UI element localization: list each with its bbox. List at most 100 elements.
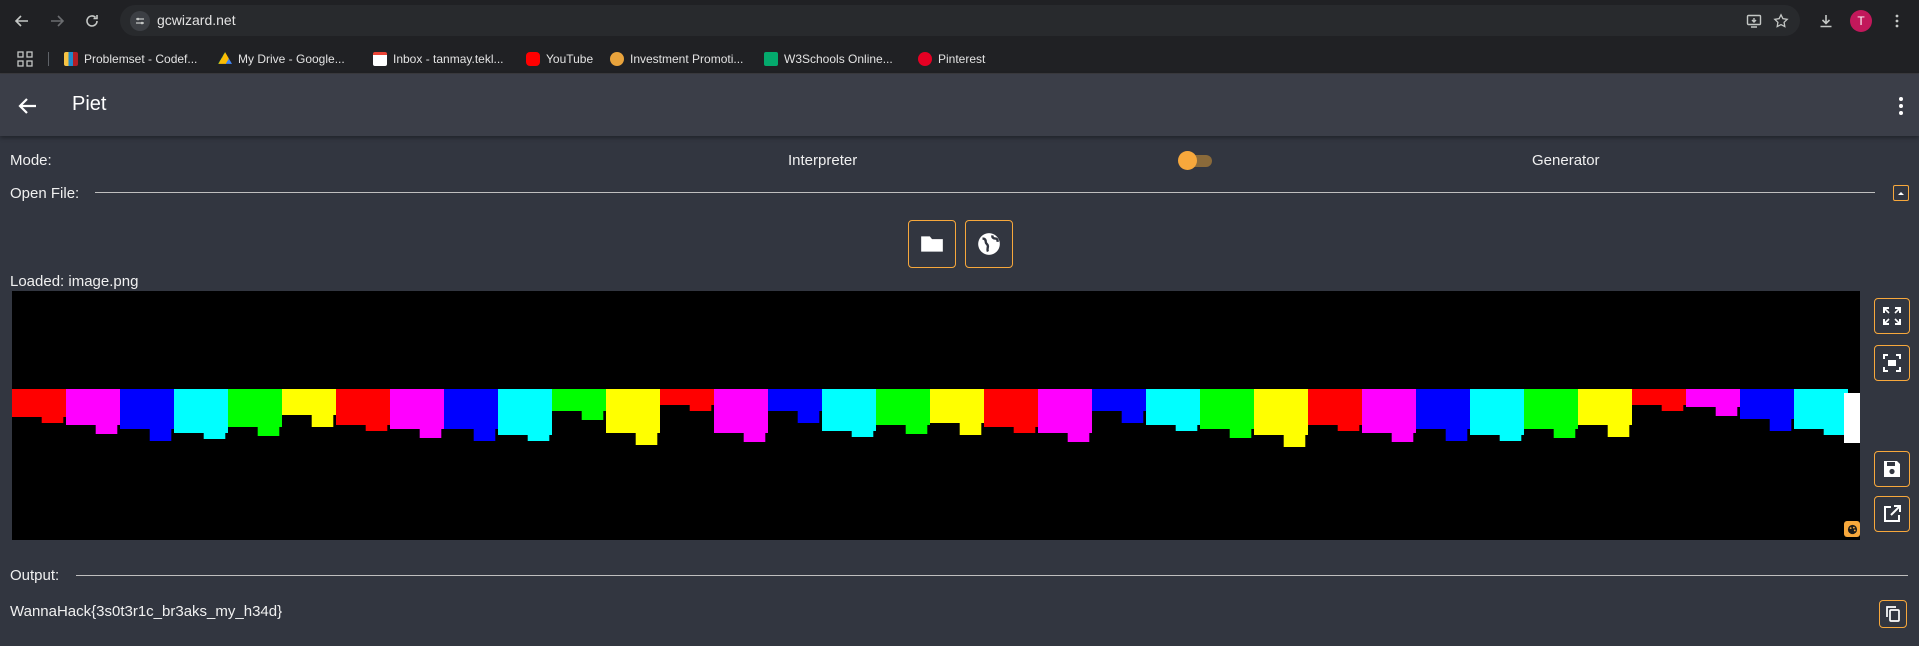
piet-codel-notch (1553, 429, 1576, 438)
bookmark-youtube[interactable]: YouTube (526, 50, 593, 68)
back-arrow-icon[interactable] (16, 94, 40, 118)
save-button[interactable] (1874, 451, 1910, 487)
piet-codel-notch (419, 429, 442, 438)
piet-codel-notch (689, 405, 712, 411)
piet-image-canvas[interactable] (12, 291, 1860, 540)
codeforces-icon (64, 52, 78, 66)
output-value: WannaHack{3s0t3r1c_br3aks_my_h34d} (10, 603, 283, 620)
mode-interpreter-label: Interpreter (788, 152, 858, 169)
piet-codel-notch (203, 433, 226, 439)
mode-label: Mode: (10, 152, 52, 169)
profile-avatar[interactable]: T (1850, 10, 1872, 32)
piet-codel-notch (1229, 429, 1252, 438)
url-text[interactable]: gcwizard.net (157, 12, 236, 28)
piet-codel-block (984, 389, 1038, 427)
piet-codel-block (876, 389, 930, 425)
w3schools-icon (764, 52, 778, 66)
piet-codel-block (1416, 389, 1470, 429)
collapse-button[interactable] (1893, 185, 1909, 201)
more-menu-icon[interactable] (1889, 94, 1913, 118)
piet-codel-block (930, 389, 984, 423)
piet-codel-block (660, 389, 714, 405)
open-url-button[interactable] (965, 220, 1013, 268)
fullscreen-button[interactable] (1874, 298, 1910, 334)
youtube-icon (526, 52, 540, 66)
piet-codel-block (1578, 389, 1632, 425)
chevron-up-icon (1898, 192, 1904, 195)
bookmark-label: Inbox - tanmay.tekl... (393, 52, 504, 66)
piet-codel-block (1470, 389, 1524, 435)
piet-codel-notch (1445, 429, 1468, 441)
address-bar[interactable]: gcwizard.net (120, 5, 1800, 36)
piet-codel-block (12, 389, 66, 417)
copy-button[interactable] (1879, 600, 1907, 628)
bookmark-label: YouTube (546, 52, 594, 66)
open-external-button[interactable] (1874, 496, 1910, 532)
piet-codel-notch (581, 411, 604, 420)
piet-codel-block (1524, 389, 1578, 429)
piet-codel-block (1632, 389, 1686, 405)
palette-icon[interactable] (1844, 521, 1860, 537)
piet-codel-block (606, 389, 660, 433)
install-app-icon[interactable] (1744, 11, 1764, 31)
piet-codel-notch (1661, 405, 1684, 411)
bookmark-pinterest[interactable]: Pinterest (918, 50, 985, 68)
bookmark-label: Problemset - Codef... (84, 52, 198, 66)
piet-codel-block (1362, 389, 1416, 433)
piet-codel-block (174, 389, 228, 433)
piet-codel-notch (1067, 433, 1090, 442)
app-bar: Piet (0, 74, 1919, 136)
bookmark-gmail[interactable]: Inbox - tanmay.tekl... (373, 50, 504, 68)
open-external-icon (1884, 505, 1901, 522)
piet-codel-notch (905, 425, 928, 434)
piet-codel-notch (1175, 425, 1198, 431)
browser-toolbar: gcwizard.net T (0, 0, 1919, 42)
bookmark-label: Investment Promoti... (630, 52, 744, 66)
piet-codel-block (444, 389, 498, 429)
piet-codel-block (1740, 389, 1794, 419)
piet-codel-block (768, 389, 822, 411)
output-divider (76, 575, 1908, 576)
piet-codel-notch (797, 411, 820, 423)
piet-codel-block (282, 389, 336, 415)
output-label: Output: (10, 567, 60, 584)
piet-codel-notch (1769, 419, 1792, 431)
piet-codel-notch (959, 423, 982, 435)
piet-codel-block (336, 389, 390, 425)
investment-icon (610, 52, 624, 66)
bookmarks-separator (48, 52, 49, 66)
bookmarks-bar: Problemset - Codef... My Drive - Google.… (0, 42, 1919, 74)
site-info-icon[interactable] (130, 11, 150, 31)
piet-codel-notch (851, 431, 874, 437)
piet-codel-block (552, 389, 606, 411)
browser-back-icon[interactable] (10, 9, 34, 33)
google-drive-icon (218, 52, 232, 64)
apps-grid-icon[interactable] (17, 51, 33, 67)
bookmark-star-icon[interactable] (1771, 11, 1791, 31)
pinterest-icon (918, 52, 932, 66)
piet-codel-block (714, 389, 768, 433)
bookmark-w3schools[interactable]: W3Schools Online... (764, 50, 893, 68)
open-folder-button[interactable] (908, 220, 956, 268)
downloads-icon[interactable] (1814, 9, 1838, 33)
bookmark-investment[interactable]: Investment Promoti... (610, 50, 743, 68)
mode-toggle[interactable] (1176, 151, 1214, 170)
piet-codel-block (1794, 389, 1848, 429)
fit-screen-button[interactable] (1874, 345, 1910, 381)
bookmark-google-drive[interactable]: My Drive - Google... (218, 50, 345, 68)
gmail-icon (373, 52, 387, 66)
save-icon (1884, 461, 1900, 477)
piet-codel-notch (1337, 425, 1360, 431)
browser-menu-icon[interactable] (1885, 9, 1909, 33)
piet-codel-notch (743, 433, 766, 442)
piet-codel-notch (1823, 429, 1846, 435)
piet-codel-block (390, 389, 444, 429)
toggle-knob (1178, 151, 1197, 170)
browser-forward-icon[interactable] (45, 9, 69, 33)
piet-codel-block (1200, 389, 1254, 429)
mode-generator-label: Generator (1532, 152, 1600, 169)
bookmark-label: My Drive - Google... (238, 52, 345, 66)
piet-codel-block (1092, 389, 1146, 411)
bookmark-codeforces[interactable]: Problemset - Codef... (64, 50, 197, 68)
browser-reload-icon[interactable] (80, 9, 104, 33)
